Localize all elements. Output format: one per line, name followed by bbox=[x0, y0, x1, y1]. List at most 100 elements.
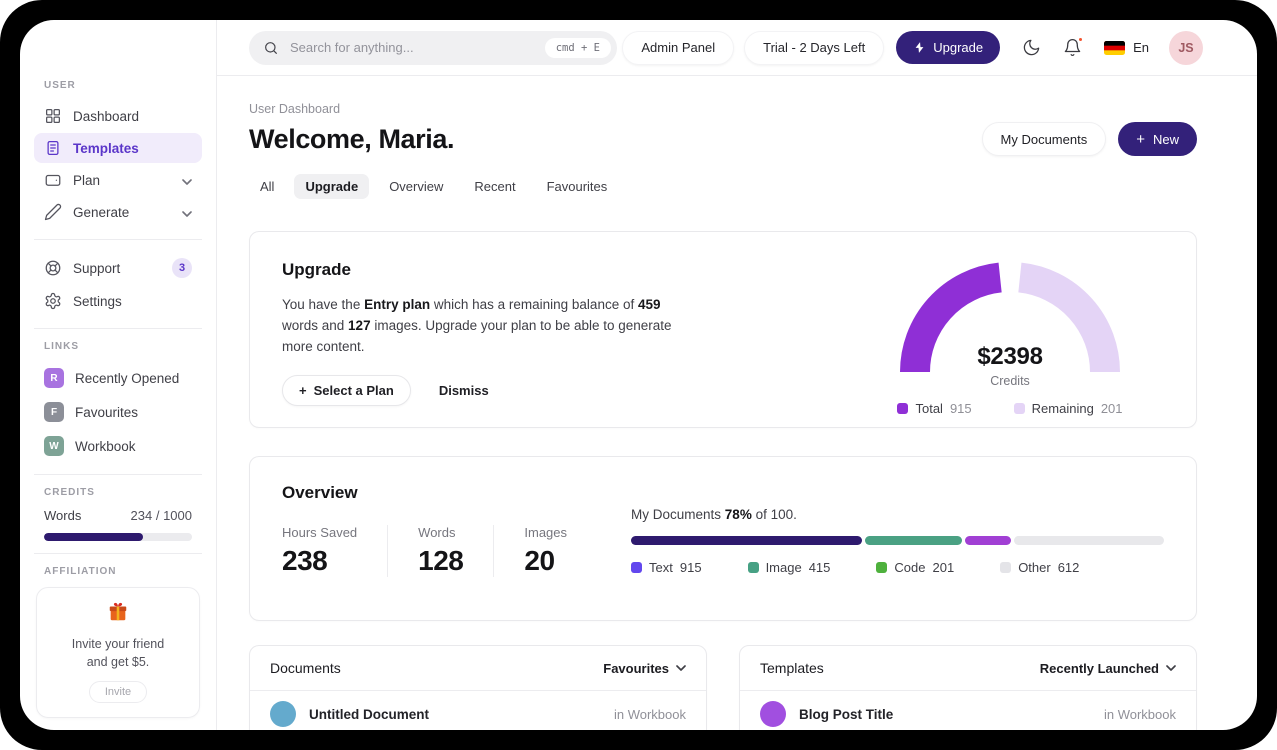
language-selector[interactable]: En bbox=[1104, 40, 1149, 55]
upgrade-card: Upgrade You have the Entry plan which ha… bbox=[249, 231, 1197, 428]
dismiss-button[interactable]: Dismiss bbox=[439, 383, 489, 398]
app-window: USER Dashboard Templates Plan Generate S… bbox=[20, 20, 1257, 730]
sidebar-section-links: LINKS bbox=[44, 341, 79, 352]
sidebar-section-credits: CREDITS bbox=[44, 487, 95, 498]
trial-status-badge[interactable]: Trial - 2 Days Left bbox=[744, 30, 885, 65]
sidebar-link-favourites[interactable]: F Favourites bbox=[34, 396, 202, 428]
documents-filter-dropdown[interactable]: Favourites bbox=[603, 661, 686, 676]
legend-item-text: Text 915 bbox=[631, 560, 702, 575]
dark-mode-toggle[interactable] bbox=[1022, 38, 1041, 57]
sidebar-section-affiliation: AFFILIATION bbox=[44, 566, 117, 577]
sidebar-divider bbox=[34, 328, 202, 329]
credits-widget: Words 234 / 1000 bbox=[34, 508, 202, 541]
search-icon bbox=[265, 41, 277, 54]
chevron-down-icon bbox=[182, 205, 192, 220]
tab-all[interactable]: All bbox=[249, 174, 285, 199]
overview-card-title: Overview bbox=[282, 483, 358, 502]
documents-card-title: Documents bbox=[270, 660, 341, 676]
sidebar-link-workbook[interactable]: W Workbook bbox=[34, 430, 202, 462]
invite-button[interactable]: Invite bbox=[88, 681, 148, 704]
templates-card: Templates Recently Launched Blog Post Ti… bbox=[739, 645, 1197, 730]
search-shortcut-hint: cmd + E bbox=[544, 37, 611, 58]
bar-segment-other bbox=[1013, 536, 1165, 545]
support-count-badge: 3 bbox=[172, 258, 192, 278]
chevron-down-icon bbox=[1166, 665, 1176, 671]
legend-item-code: Code 201 bbox=[876, 560, 954, 575]
credits-progressbar bbox=[44, 533, 192, 541]
plus-icon: + bbox=[299, 382, 307, 398]
sidebar-divider bbox=[34, 239, 202, 240]
bar-segment-image bbox=[864, 536, 962, 545]
notifications-button[interactable] bbox=[1063, 36, 1085, 57]
dashboard-grid-icon bbox=[45, 108, 61, 124]
sidebar-divider bbox=[34, 553, 202, 554]
sidebar-item-settings[interactable]: Settings bbox=[34, 286, 202, 316]
tab-upgrade[interactable]: Upgrade bbox=[294, 174, 370, 199]
search-input[interactable] bbox=[288, 39, 536, 56]
sidebar-divider bbox=[34, 474, 202, 475]
template-title: Blog Post Title bbox=[799, 706, 894, 722]
template-list-item[interactable]: Blog Post Title in Workbook bbox=[740, 691, 1196, 730]
credits-caption: Credits bbox=[990, 374, 1030, 388]
device-frame: USER Dashboard Templates Plan Generate S… bbox=[0, 0, 1277, 750]
plus-icon: + bbox=[1136, 130, 1145, 148]
breadcrumb: User Dashboard bbox=[249, 102, 341, 116]
legend-swatch bbox=[1013, 403, 1025, 414]
document-avatar bbox=[270, 701, 296, 727]
link-initial-badge: F bbox=[44, 402, 64, 422]
life-buoy-icon bbox=[45, 260, 61, 276]
credits-amount: $2398 bbox=[977, 343, 1043, 370]
lightning-bolt-icon bbox=[915, 42, 924, 53]
stat-images: Images 20 bbox=[524, 525, 568, 576]
tab-favourites[interactable]: Favourites bbox=[536, 174, 619, 199]
sidebar-item-support[interactable]: Support 3 bbox=[34, 252, 202, 284]
language-label: En bbox=[1133, 40, 1149, 55]
sidebar-item-plan[interactable]: Plan bbox=[34, 165, 202, 195]
select-plan-button[interactable]: + Select a Plan bbox=[282, 374, 411, 406]
templates-filter-dropdown[interactable]: Recently Launched bbox=[1040, 661, 1176, 676]
sidebar-item-label: Favourites bbox=[75, 404, 139, 420]
documents-stacked-bar bbox=[631, 536, 1165, 545]
sidebar-link-recently-opened[interactable]: R Recently Opened bbox=[34, 362, 202, 394]
sidebar-item-templates[interactable]: Templates bbox=[34, 133, 202, 163]
sidebar: USER Dashboard Templates Plan Generate S… bbox=[20, 20, 217, 730]
link-initial-badge: W bbox=[44, 436, 64, 456]
legend-item-other: Other 612 bbox=[1000, 560, 1079, 575]
link-initial-badge: R bbox=[44, 368, 64, 388]
document-title: Untitled Document bbox=[309, 706, 429, 722]
gift-icon bbox=[109, 602, 127, 621]
sidebar-item-generate[interactable]: Generate bbox=[34, 197, 202, 227]
sidebar-item-label: Plan bbox=[73, 172, 101, 188]
my-documents-button[interactable]: My Documents bbox=[981, 122, 1107, 156]
admin-panel-button[interactable]: Admin Panel bbox=[622, 30, 735, 65]
documents-card: Documents Favourites Untitled Document i… bbox=[249, 645, 707, 730]
sidebar-item-label: Dashboard bbox=[73, 108, 140, 124]
template-location: in Workbook bbox=[1103, 706, 1176, 722]
pencil-icon bbox=[44, 203, 62, 221]
bar-segment-code bbox=[964, 536, 1011, 545]
credits-gauge-widget: $2398 Credits Total 915 Remaining 201 bbox=[890, 260, 1130, 416]
sidebar-item-label: Recently Opened bbox=[75, 370, 180, 386]
document-list-item[interactable]: Untitled Document in Workbook bbox=[250, 691, 706, 730]
notification-dot bbox=[1077, 36, 1085, 43]
legend-swatch bbox=[747, 562, 759, 573]
sidebar-item-label: Settings bbox=[73, 293, 122, 309]
main-area: cmd + E Admin Panel Trial - 2 Days Left … bbox=[217, 20, 1257, 730]
legend-swatch bbox=[876, 562, 888, 573]
bar-segment-text bbox=[631, 536, 862, 545]
user-avatar[interactable]: JS bbox=[1169, 30, 1203, 65]
legend-item-image: Image 415 bbox=[747, 560, 830, 575]
tab-overview[interactable]: Overview bbox=[378, 174, 454, 199]
content-area: User Dashboard Welcome, Maria. My Docume… bbox=[217, 76, 1257, 730]
new-button[interactable]: + New bbox=[1118, 122, 1197, 156]
templates-document-icon bbox=[47, 140, 59, 156]
upgrade-card-title: Upgrade bbox=[282, 260, 351, 279]
gauge-legend: Total 915 Remaining 201 bbox=[890, 401, 1130, 416]
affiliation-text: Invite your friend and get $5. bbox=[71, 637, 165, 670]
tab-recent[interactable]: Recent bbox=[463, 174, 526, 199]
search-bar[interactable]: cmd + E bbox=[249, 30, 617, 65]
document-location: in Workbook bbox=[613, 706, 686, 722]
upgrade-button[interactable]: Upgrade bbox=[896, 31, 1001, 64]
sidebar-item-dashboard[interactable]: Dashboard bbox=[34, 101, 202, 131]
moon-icon bbox=[1023, 39, 1040, 56]
